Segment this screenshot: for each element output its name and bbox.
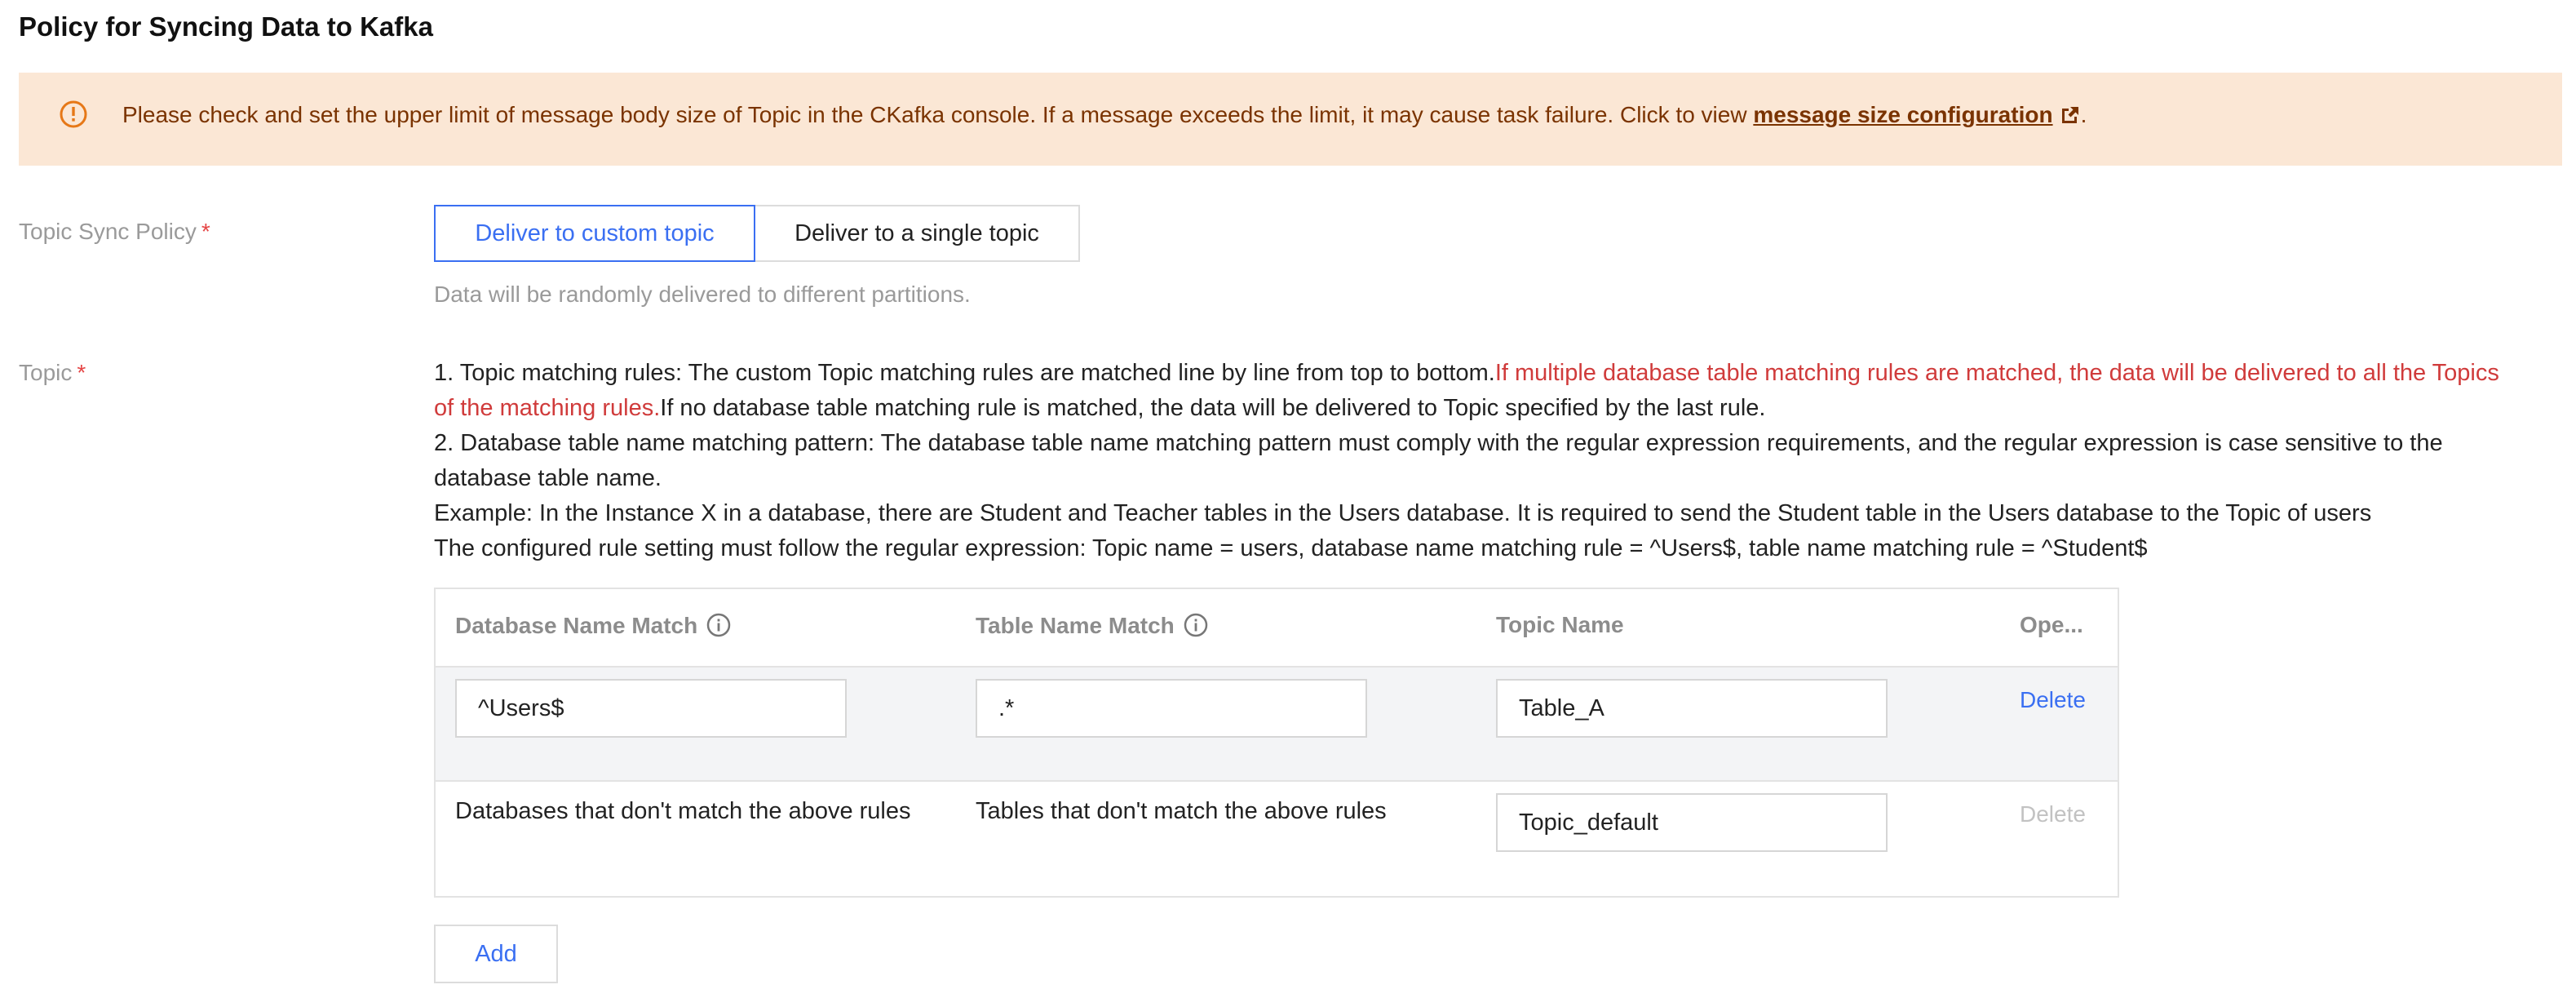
table-row: Delete xyxy=(436,668,2118,782)
page-title: Policy for Syncing Data to Kafka xyxy=(19,11,433,42)
info-icon[interactable] xyxy=(1183,612,1209,638)
operation-header: Ope... xyxy=(2020,612,2083,637)
sync-policy-hint: Data will be randomly delivered to diffe… xyxy=(434,282,971,307)
table-match-header: Table Name Match xyxy=(976,612,1209,639)
default-table-text: Tables that don't match the above rules xyxy=(976,798,1387,824)
rule-line-2: 2. Database table name matching pattern:… xyxy=(434,430,2443,491)
db-match-input[interactable] xyxy=(455,679,847,738)
alert-banner: Please check and set the upper limit of … xyxy=(19,73,2562,166)
required-mark: * xyxy=(201,219,210,244)
delete-row-button[interactable]: Delete xyxy=(2020,687,2086,713)
topic-sync-policy-label: Topic Sync Policy * xyxy=(19,219,210,245)
message-size-link[interactable]: message size configuration xyxy=(1753,102,2080,127)
topic-name-header: Topic Name xyxy=(1496,612,1624,637)
add-rule-button[interactable]: Add xyxy=(434,925,558,983)
warning-circle-icon xyxy=(60,100,87,128)
table-match-header-text: Table Name Match xyxy=(976,613,1175,638)
example-line: Example: In the Instance X in a database… xyxy=(434,500,2372,526)
alert-message: Please check and set the upper limit of … xyxy=(122,102,1747,127)
topic-sync-policy-label-text: Topic Sync Policy xyxy=(19,219,197,244)
rule-line-1-b: If no database table matching rule is ma… xyxy=(660,395,1766,421)
topic-label-text: Topic xyxy=(19,360,73,385)
table-header: Database Name Match Table Name Match Top… xyxy=(436,589,2118,668)
default-topic-input[interactable] xyxy=(1496,793,1888,852)
rule-line-1: 1. Topic matching rules: The custom Topi… xyxy=(434,356,2522,426)
topic-rules-table: Database Name Match Table Name Match Top… xyxy=(434,588,2119,898)
external-link-icon xyxy=(2061,107,2078,123)
topic-label: Topic * xyxy=(19,360,86,386)
alert-text: Please check and set the upper limit of … xyxy=(122,102,2087,128)
db-match-header-text: Database Name Match xyxy=(455,613,698,638)
message-size-link-label: message size configuration xyxy=(1753,102,2053,127)
deliver-single-topic-option[interactable]: Deliver to a single topic xyxy=(754,205,1080,262)
default-db-text: Databases that don't match the above rul… xyxy=(455,798,911,824)
table-row-default: Databases that don't match the above rul… xyxy=(436,782,2118,896)
alert-suffix: . xyxy=(2080,102,2087,127)
delete-default-row-button: Delete xyxy=(2020,801,2086,827)
topic-matching-description: 1. Topic matching rules: The custom Topi… xyxy=(434,356,2522,566)
topic-name-input[interactable] xyxy=(1496,679,1888,738)
required-mark: * xyxy=(77,360,86,385)
rule-example-line: The configured rule setting must follow … xyxy=(434,535,2148,561)
db-match-header: Database Name Match xyxy=(455,612,732,639)
info-icon[interactable] xyxy=(706,612,732,638)
rule-line-1-a: 1. Topic matching rules: The custom Topi… xyxy=(434,360,1495,386)
table-match-input[interactable] xyxy=(976,679,1367,738)
deliver-custom-topic-option[interactable]: Deliver to custom topic xyxy=(434,205,755,262)
